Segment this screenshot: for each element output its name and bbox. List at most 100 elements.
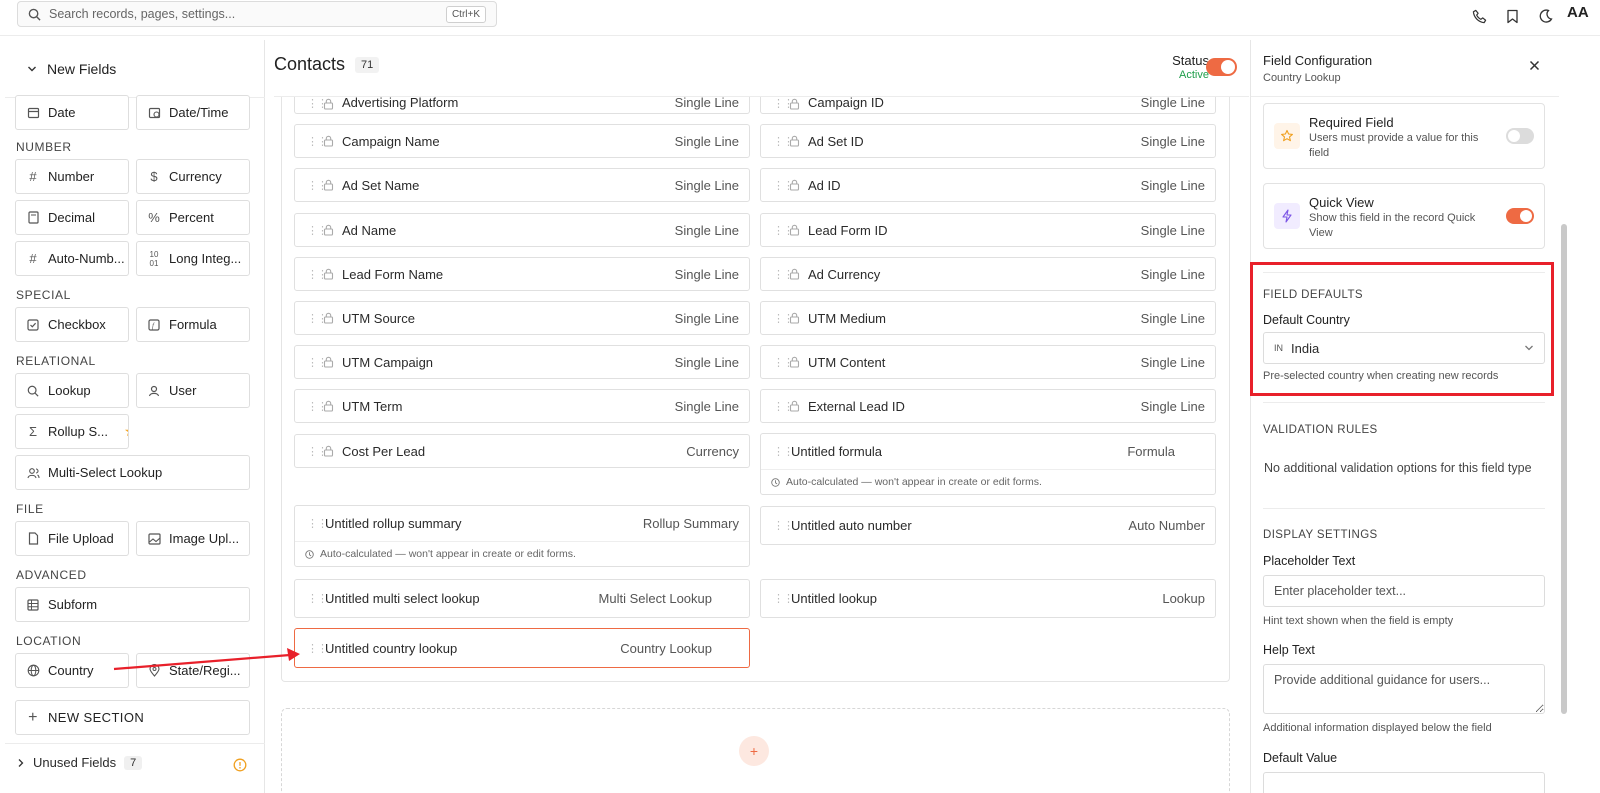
field-tile-image-upload[interactable]: Image Upl...: [136, 521, 250, 556]
field-row[interactable]: ⋮⋮ UTM Content Single Line: [760, 345, 1216, 379]
avatar[interactable]: AA: [1567, 4, 1589, 21]
field-row[interactable]: ⋮⋮ UTM Campaign Single Line: [294, 345, 750, 379]
search-input[interactable]: [49, 7, 429, 21]
field-row[interactable]: ⋮⋮ Ad Set ID Single Line: [760, 124, 1216, 158]
new-fields-title: New Fields: [47, 60, 117, 77]
drag-handle-icon[interactable]: ⋮⋮: [307, 356, 328, 369]
field-tile-lookup[interactable]: Lookup: [15, 373, 129, 408]
field-tile-number[interactable]: # Number: [15, 159, 129, 194]
help-text-input[interactable]: [1263, 664, 1545, 714]
field-name: Cost Per Lead: [342, 443, 426, 459]
quick-view-card: Quick View Show this field in the record…: [1263, 183, 1545, 249]
field-tile-formula[interactable]: f Formula: [136, 307, 250, 342]
drag-handle-icon[interactable]: ⋮⋮: [307, 642, 328, 655]
drag-handle-icon[interactable]: ⋮⋮: [307, 97, 328, 110]
drag-handle-icon[interactable]: ⋮⋮: [773, 312, 794, 325]
field-tile-long-integer[interactable]: 10 01 Long Integ...: [136, 241, 250, 276]
close-icon[interactable]: [1529, 60, 1540, 71]
default-value-input[interactable]: [1263, 772, 1545, 793]
field-row[interactable]: ⋮⋮ Ad ID Single Line: [760, 168, 1216, 202]
field-row-rollup[interactable]: ⋮⋮ Untitled rollup summary Rollup Summar…: [294, 505, 750, 567]
panel-scrollbar[interactable]: [1560, 90, 1568, 790]
scrollbar-thumb[interactable]: [1561, 224, 1567, 714]
field-row[interactable]: ⋮⋮ UTM Medium Single Line: [760, 301, 1216, 335]
field-row[interactable]: ⋮⋮ Advertising Platform Single Line: [294, 97, 750, 114]
field-tile-currency[interactable]: $ Currency: [136, 159, 250, 194]
field-row[interactable]: ⋮⋮ Campaign Name Single Line: [294, 124, 750, 158]
drag-handle-icon[interactable]: ⋮⋮: [773, 592, 794, 605]
field-tile-date[interactable]: Date: [15, 95, 129, 130]
drag-handle-icon[interactable]: ⋮⋮: [773, 519, 794, 532]
field-row[interactable]: ⋮⋮ UTM Term Single Line: [294, 389, 750, 423]
field-tile-subform[interactable]: Subform: [15, 587, 250, 622]
default-value-label: Default Value: [1263, 751, 1338, 765]
field-row[interactable]: ⋮⋮ External Lead ID Single Line: [760, 389, 1216, 423]
drag-handle-icon[interactable]: ⋮⋮: [773, 179, 794, 192]
unused-fields-toggle[interactable]: Unused Fields 7: [17, 755, 143, 770]
global-search[interactable]: Ctrl+K: [17, 1, 497, 27]
auto-calculated-note: Auto-calculated — won't appear in create…: [786, 476, 1042, 488]
lock-icon: [789, 400, 802, 412]
field-tile-checkbox[interactable]: Checkbox: [15, 307, 129, 342]
field-type: Country Lookup: [620, 640, 712, 656]
drag-handle-icon[interactable]: ⋮⋮: [773, 400, 794, 413]
field-row-country-lookup[interactable]: ⋮⋮ Untitled country lookup Country Looku…: [294, 628, 750, 668]
drag-handle-icon[interactable]: ⋮⋮: [773, 135, 794, 148]
field-tile-file-upload[interactable]: File Upload: [15, 521, 129, 556]
required-field-title: Required Field: [1309, 115, 1394, 130]
field-row[interactable]: ⋮⋮ Campaign ID Single Line: [760, 97, 1216, 114]
bookmark-icon[interactable]: [1502, 6, 1522, 26]
field-tile-percent[interactable]: % Percent: [136, 200, 250, 235]
drag-handle-icon[interactable]: ⋮⋮: [307, 224, 328, 237]
panel-subtitle: Country Lookup: [1263, 72, 1341, 84]
drag-handle-icon[interactable]: ⋮⋮: [307, 592, 328, 605]
drag-handle-icon[interactable]: ⋮⋮: [773, 445, 794, 458]
field-row[interactable]: ⋮⋮ Ad Set Name Single Line: [294, 168, 750, 202]
drag-handle-icon[interactable]: ⋮⋮: [773, 356, 794, 369]
field-type: Single Line: [674, 354, 739, 370]
field-tile-auto-number[interactable]: # Auto-Numb...: [15, 241, 129, 276]
required-field-toggle[interactable]: [1506, 128, 1534, 144]
drag-handle-icon[interactable]: ⋮⋮: [307, 445, 328, 458]
drag-handle-icon[interactable]: ⋮⋮: [773, 97, 794, 110]
new-fields-header[interactable]: New Fields: [5, 40, 265, 98]
field-row[interactable]: ⋮⋮ UTM Source Single Line: [294, 301, 750, 335]
sigma-icon: Σ: [28, 424, 38, 439]
field-tile-multi-select-lookup[interactable]: Multi-Select Lookup: [15, 455, 250, 490]
drag-handle-icon[interactable]: ⋮⋮: [307, 400, 328, 413]
drag-handle-icon[interactable]: ⋮⋮: [307, 517, 328, 530]
drag-handle-icon[interactable]: ⋮⋮: [773, 268, 794, 281]
field-name: Ad Set ID: [808, 133, 864, 149]
required-field-desc: Users must provide a value for this fiel…: [1309, 132, 1479, 159]
lock-icon: [323, 445, 336, 457]
new-section-button[interactable]: + NEW SECTION: [15, 700, 250, 735]
phone-icon[interactable]: [1469, 6, 1489, 26]
field-name: Ad ID: [808, 177, 841, 193]
drag-handle-icon[interactable]: ⋮⋮: [307, 179, 328, 192]
drag-handle-icon[interactable]: ⋮⋮: [773, 224, 794, 237]
moon-icon[interactable]: [1536, 6, 1556, 26]
field-row-lookup[interactable]: ⋮⋮ Untitled lookup Lookup: [760, 579, 1216, 618]
field-tile-decimal[interactable]: Decimal: [15, 200, 129, 235]
drag-handle-icon[interactable]: ⋮⋮: [307, 312, 328, 325]
field-tile-datetime[interactable]: Date/Time: [136, 95, 250, 130]
field-row[interactable]: ⋮⋮ Lead Form Name Single Line: [294, 257, 750, 291]
quick-view-toggle[interactable]: [1506, 208, 1534, 224]
add-section-button[interactable]: +: [739, 736, 769, 766]
field-row-formula[interactable]: ⋮⋮ Untitled formula Formula Auto-calcula…: [760, 433, 1216, 495]
field-row[interactable]: ⋮⋮ Cost Per Lead Currency: [294, 434, 750, 468]
field-tile-user[interactable]: User: [136, 373, 250, 408]
field-row[interactable]: ⋮⋮ Ad Currency Single Line: [760, 257, 1216, 291]
field-row-auto-number[interactable]: ⋮⋮ Untitled auto number Auto Number: [760, 506, 1216, 545]
percent-icon: %: [148, 210, 160, 225]
field-type: Formula: [1127, 444, 1175, 459]
field-row[interactable]: ⋮⋮ Lead Form ID Single Line: [760, 213, 1216, 247]
drag-handle-icon[interactable]: ⋮⋮: [307, 135, 328, 148]
field-row[interactable]: ⋮⋮ Ad Name Single Line: [294, 213, 750, 247]
info-icon: [305, 549, 314, 559]
status-toggle[interactable]: [1206, 58, 1237, 76]
drag-handle-icon[interactable]: ⋮⋮: [307, 268, 328, 281]
placeholder-text-input[interactable]: [1263, 575, 1545, 607]
field-row-multi-select-lookup[interactable]: ⋮⋮ Untitled multi select lookup Multi Se…: [294, 579, 750, 618]
field-tile-rollup-summary[interactable]: Σ Rollup S... ★: [15, 414, 129, 449]
